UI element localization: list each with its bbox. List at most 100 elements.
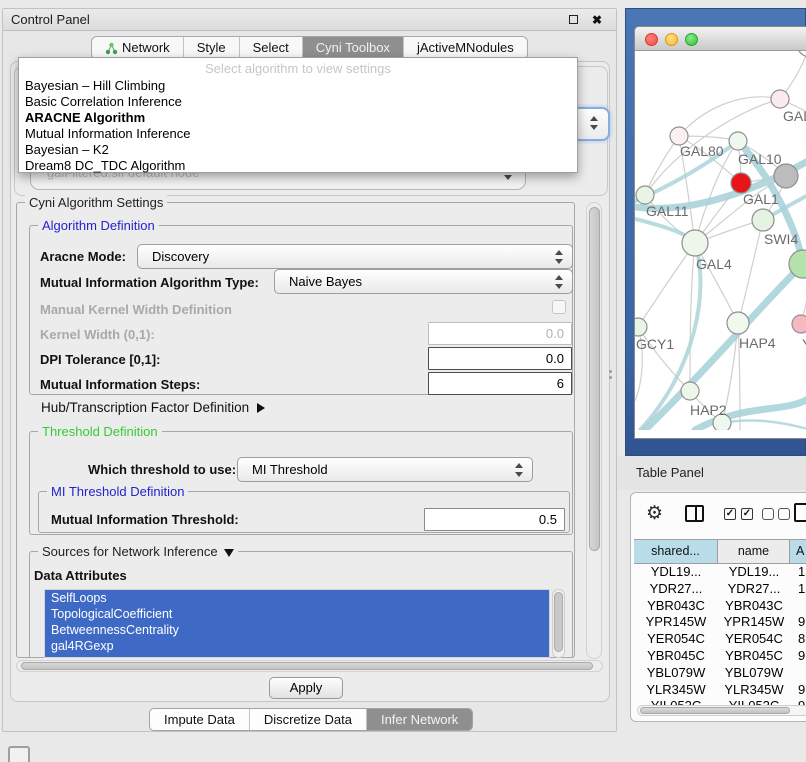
table-row[interactable]: YLR345WYLR345W9. [634,682,806,699]
close-traffic-light-icon[interactable] [645,33,658,46]
table-row[interactable]: YPR145WYPR145W9. [634,614,806,631]
float-window-icon[interactable] [566,13,580,27]
which-threshold-combo[interactable]: MI Threshold [237,457,533,482]
table-panel: ⚙ ✓ ✓ shared... name A YDL19...YDL19...1… [630,492,806,722]
settings-horizontal-scrollbar[interactable] [16,660,603,672]
tab-label: Select [253,37,289,59]
list-item[interactable]: gal4RGexp [45,638,549,654]
node-label: SWI4 [764,231,798,247]
network-node-gal4[interactable] [682,230,708,256]
minimize-traffic-light-icon[interactable] [665,33,678,46]
aracne-mode-combo[interactable]: Discovery [137,244,573,269]
network-node-hap2[interactable] [681,382,699,400]
mi-algorithm-type-combo[interactable]: Naive Bayes [274,269,573,294]
table-row[interactable]: YER054CYER054C8. [634,631,806,648]
menu-item-dream8[interactable]: Dream8 DC_TDC Algorithm [20,158,567,174]
network-node-gal10[interactable] [729,132,747,150]
data-attributes-label: Data Attributes [34,568,127,583]
group-title: Sources for Network Inference [42,544,218,559]
select-all-checkbox-icon[interactable]: ✓ [741,508,753,520]
deselect-all-checkbox-icon[interactable] [762,508,774,520]
network-node-gcy1[interactable] [635,318,647,336]
sources-toggle[interactable]: Sources for Network Inference [38,544,238,559]
node-label: HAP4 [739,335,776,351]
tab-infer-network[interactable]: Infer Network [366,709,472,730]
tab-network[interactable]: Network [92,37,183,59]
mi-steps-field[interactable] [428,372,572,395]
network-view-frame: GAL GAL80 GAL10 GAL1 GAL11 SWI4 GAL4 GCY… [625,8,806,456]
tab-style[interactable]: Style [183,37,239,59]
network-node-gal11[interactable] [636,186,654,204]
menu-item-basic-correlation[interactable]: Basic Correlation Inference [20,94,567,110]
tab-cyni-toolbox[interactable]: Cyni Toolbox [302,37,403,59]
tab-impute-data[interactable]: Impute Data [150,709,249,730]
network-node-red[interactable] [731,173,751,193]
scrollbar-thumb[interactable] [640,707,790,714]
mi-algorithm-type-label: Mutual Information Algorithm Type: [40,275,259,290]
node-label: GAL4 [696,256,732,272]
select-all-checkbox-icon[interactable]: ✓ [724,508,736,520]
network-node-rose[interactable] [792,315,806,333]
combo-value: MI Threshold [252,462,328,477]
split-columns-icon[interactable] [685,505,704,522]
network-node-hap4[interactable] [727,312,749,334]
minimized-panel-icon[interactable] [8,746,30,762]
group-title: Algorithm Definition [38,218,159,233]
list-scrollbar[interactable] [552,589,565,658]
aracne-mode-label: Aracne Mode: [40,249,126,264]
list-item[interactable]: BetweennessCentrality [45,622,549,638]
deselect-all-checkbox-icon[interactable] [778,508,790,520]
column-header-partial[interactable]: A [790,540,806,563]
close-window-icon[interactable]: ✖ [590,13,604,27]
kernel-width-field[interactable] [428,322,572,345]
panel-splitter-handle[interactable] [609,370,613,382]
group-title: MI Threshold Definition [47,484,188,499]
network-node-swi4[interactable] [752,209,774,231]
column-header-shared-name[interactable]: shared... [634,540,718,563]
settings-vertical-scrollbar[interactable] [586,202,602,659]
network-node[interactable] [771,90,789,108]
network-node-gray[interactable] [774,164,798,188]
dpi-tolerance-field[interactable] [428,347,572,370]
list-item[interactable]: TopologicalCoefficient [45,606,549,622]
menu-item-aracne[interactable]: ARACNE Algorithm [20,110,567,126]
zoom-traffic-light-icon[interactable] [685,33,698,46]
group-title: Cyni Algorithm Settings [25,195,167,210]
scrollbar-thumb[interactable] [589,207,600,551]
tab-jactivemnodules[interactable]: jActiveMNodules [403,37,527,59]
table-row[interactable]: YBR045CYBR045C9. [634,648,806,665]
menu-item-mutual-information[interactable]: Mutual Information Inference [20,126,567,142]
table-horizontal-scrollbar[interactable] [637,705,806,716]
table-row[interactable]: YBL079WYBL079W [634,665,806,682]
list-item[interactable]: SelfLoops [45,590,549,606]
which-threshold-label: Which threshold to use: [88,462,236,477]
mi-threshold-definition-group: MI Threshold Definition Mutual Informati… [38,491,570,533]
scrollbar-thumb[interactable] [554,592,563,652]
control-panel-titlebar: Control Panel ✖ [3,9,616,31]
new-table-icon[interactable] [794,503,806,522]
table-toolbar: ⚙ ✓ ✓ [631,499,806,533]
menu-item-bayesian-hill-climbing[interactable]: Bayesian – Hill Climbing [20,78,567,94]
column-header-name[interactable]: name [718,540,790,563]
manual-kernel-checkbox[interactable] [552,300,566,314]
list-item[interactable] [45,654,549,658]
gear-icon[interactable]: ⚙ [646,502,663,525]
network-window-titlebar[interactable] [635,27,806,51]
scrollbar-thumb[interactable] [21,662,593,670]
hub-definition-toggle[interactable]: Hub/Transcription Factor Definition [41,400,265,415]
mi-threshold-field[interactable] [424,508,565,531]
network-canvas[interactable]: GAL GAL80 GAL10 GAL1 GAL11 SWI4 GAL4 GCY… [635,51,806,430]
chevron-right-icon [257,403,265,413]
mi-steps-label: Mutual Information Steps: [40,377,200,392]
table-row[interactable]: YDR27...YDR27...12 [634,581,806,598]
network-node[interactable] [797,51,806,57]
table-row[interactable]: YDL19...YDL19...13 [634,564,806,581]
tab-discretize-data[interactable]: Discretize Data [249,709,366,730]
apply-button[interactable]: Apply [269,677,343,699]
table-row[interactable]: YBR043CYBR043C [634,598,806,615]
menu-item-bayesian-k2[interactable]: Bayesian – K2 [20,142,567,158]
window-title: Control Panel [11,12,90,27]
tab-label: Cyni Toolbox [316,37,390,59]
tab-label: jActiveMNodules [417,37,514,59]
tab-select[interactable]: Select [239,37,302,59]
